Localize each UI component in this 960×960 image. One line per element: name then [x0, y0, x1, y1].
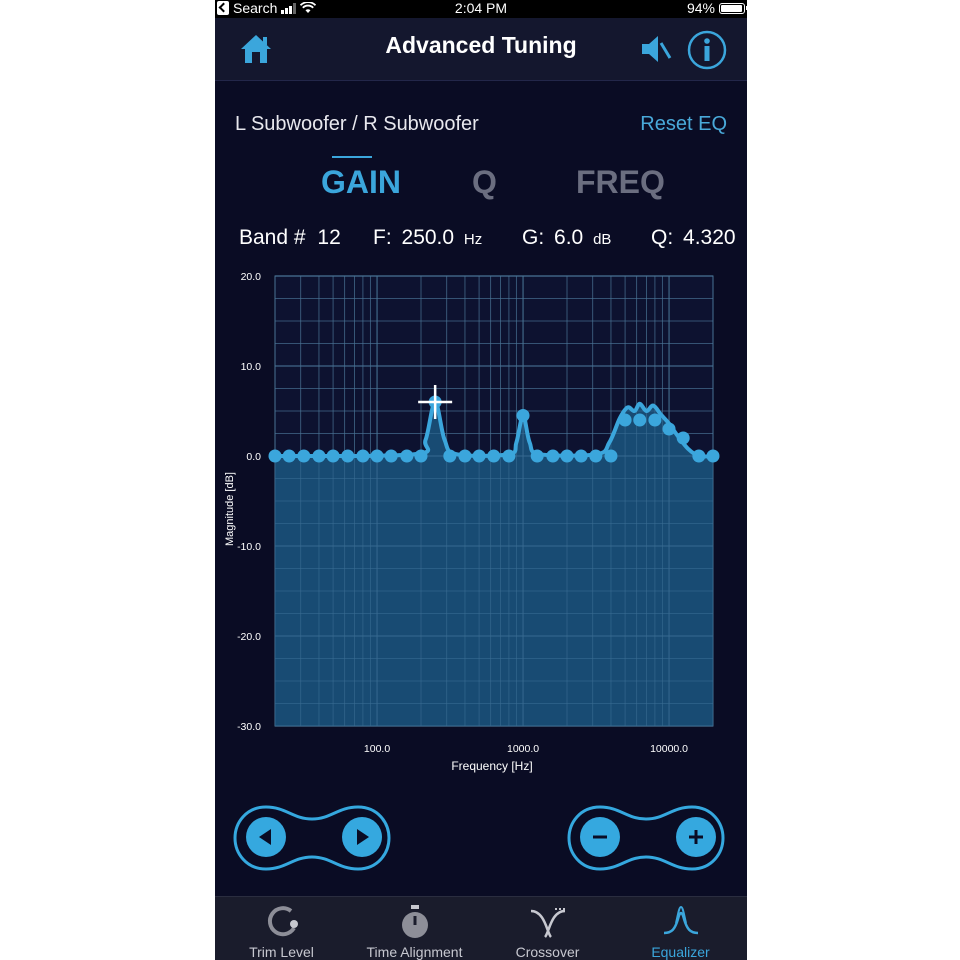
eq-band-point — [370, 449, 384, 463]
tabbar-label: Equalizer — [651, 944, 710, 960]
tabbar-item-crossover[interactable]: Crossover — [481, 897, 614, 960]
freq-unit: Hz — [463, 231, 483, 248]
q-value: 4.320 — [683, 226, 736, 249]
next-band-button[interactable] — [342, 817, 382, 857]
trim-level-icon — [267, 906, 298, 937]
y-tick-label: 10.0 — [241, 361, 262, 373]
equalizer-icon — [663, 905, 699, 935]
tabbar-label: Trim Level — [249, 944, 314, 960]
y-tick-label: -10.0 — [237, 541, 261, 553]
reset-eq-button[interactable]: Reset EQ — [640, 113, 727, 136]
eq-band-point — [312, 449, 326, 463]
eq-band-point — [400, 449, 414, 463]
x-tick-label: 10000.0 — [650, 743, 688, 755]
tabbar-item-trim-level[interactable]: Trim Level — [215, 897, 348, 960]
eq-band-point — [472, 449, 486, 463]
eq-band-point — [458, 449, 472, 463]
y-tick-label: 20.0 — [241, 271, 262, 283]
tabbar-item-equalizer[interactable]: Equalizer — [614, 897, 747, 960]
eq-band-point — [676, 431, 690, 445]
y-tick-label: 0.0 — [246, 451, 261, 463]
eq-band-point — [692, 449, 706, 463]
eq-band-point — [706, 449, 720, 463]
band-label: Band # — [239, 226, 306, 249]
channel-label: L Subwoofer / R Subwoofer — [235, 113, 479, 135]
phone-screen: Search 2:04 PM 94% Advanced Tuning L Sub… — [215, 0, 747, 960]
triangle-left-icon — [259, 829, 271, 845]
freq-readout: F: 250.0 Hz — [373, 226, 482, 250]
x-axis-label: Frequency [Hz] — [451, 759, 532, 773]
eq-band-point — [560, 449, 574, 463]
active-tab-indicator — [332, 156, 372, 158]
increase-value-button[interactable] — [676, 817, 716, 857]
decrease-value-button[interactable] — [580, 817, 620, 857]
app-header: Advanced Tuning — [215, 18, 747, 81]
eq-band-point — [574, 449, 588, 463]
eq-band-point — [268, 449, 282, 463]
tab-gain[interactable]: GAIN — [321, 164, 401, 201]
eq-band-point — [443, 449, 457, 463]
eq-frequency-response-chart[interactable]: 20.0 10.0 0.0 -10.0 -20.0 -30.0 100.0 1000.0 10… — [215, 262, 747, 782]
eq-band-point — [530, 449, 544, 463]
crossover-icon — [530, 908, 567, 938]
eq-band-point — [502, 449, 516, 463]
freq-label: F: — [373, 226, 392, 249]
y-tick-label: -30.0 — [237, 721, 261, 733]
y-tick-label: -20.0 — [237, 631, 261, 643]
eq-band-point — [546, 449, 560, 463]
bottom-tab-bar: Trim Level Time Alignment Crossover Equa… — [215, 896, 747, 960]
tabbar-item-time-alignment[interactable]: Time Alignment — [348, 897, 481, 960]
eq-band-point — [282, 449, 296, 463]
eq-parameter-tabs: GAIN Q FREQ — [215, 156, 747, 206]
tab-q[interactable]: Q — [472, 164, 497, 201]
band-value: 12 — [317, 226, 341, 249]
eq-band-point — [487, 449, 501, 463]
freq-value: 250.0 — [401, 226, 455, 249]
triangle-right-icon — [357, 829, 369, 845]
info-icon[interactable] — [687, 30, 727, 70]
eq-band-point — [604, 449, 618, 463]
minus-icon — [593, 835, 607, 839]
battery-percent: 94% — [686, 0, 715, 16]
band-readout: Band # 12 — [239, 226, 341, 250]
eq-band-point — [414, 449, 428, 463]
gain-unit: dB — [593, 231, 612, 248]
speaker-mute-icon[interactable] — [639, 32, 673, 66]
status-time: 2:04 PM — [454, 0, 508, 16]
eq-band-point — [618, 413, 632, 427]
tabbar-label: Crossover — [515, 944, 580, 960]
eq-band-point — [648, 413, 662, 427]
eq-band-point — [326, 449, 340, 463]
previous-band-button[interactable] — [246, 817, 286, 857]
eq-band-point — [297, 449, 311, 463]
status-bar: Search 2:04 PM 94% — [215, 0, 747, 18]
q-label: Q: — [651, 226, 674, 249]
eq-band-point — [633, 413, 647, 427]
eq-band-point — [662, 422, 676, 436]
q-readout: Q: 4.320 — [651, 226, 736, 250]
stopwatch-icon — [402, 905, 428, 938]
eq-band-point — [341, 449, 355, 463]
gain-label: G: — [522, 226, 545, 249]
eq-band-point — [516, 409, 530, 422]
plus-icon — [689, 830, 703, 844]
battery-icon — [719, 2, 747, 14]
tabbar-label: Time Alignment — [366, 944, 463, 960]
x-tick-label: 100.0 — [364, 743, 390, 755]
eq-band-point — [356, 449, 370, 463]
eq-band-point — [384, 449, 398, 463]
eq-band-point — [589, 449, 603, 463]
gain-value: 6.0 — [554, 226, 584, 249]
tab-freq[interactable]: FREQ — [576, 164, 665, 201]
gain-readout: G: 6.0 dB — [522, 226, 611, 250]
y-axis-label: Magnitude [dB] — [224, 472, 236, 546]
x-tick-label: 1000.0 — [507, 743, 539, 755]
